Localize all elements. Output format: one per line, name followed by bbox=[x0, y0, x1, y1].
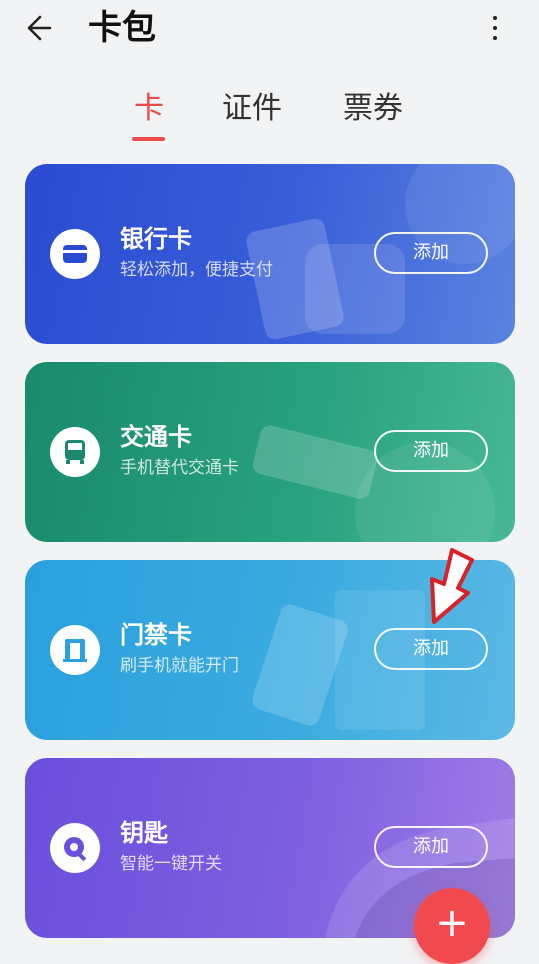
tab-certificates[interactable]: 证件 bbox=[222, 86, 282, 132]
card-subtitle: 轻松添加，便捷支付 bbox=[120, 260, 273, 280]
card-title: 银行卡 bbox=[120, 225, 192, 253]
card-title: 钥匙 bbox=[120, 819, 168, 847]
back-button[interactable] bbox=[22, 8, 66, 48]
bank-card-tile[interactable]: 银行卡 轻松添加，便捷支付 添加 bbox=[25, 164, 515, 344]
tab-tickets[interactable]: 票券 bbox=[343, 86, 403, 132]
bus-icon bbox=[50, 427, 100, 477]
key-icon bbox=[50, 823, 100, 873]
card-title: 门禁卡 bbox=[120, 621, 192, 649]
plus-icon: + bbox=[435, 900, 469, 946]
card-subtitle: 刷手机就能开门 bbox=[120, 656, 239, 676]
more-options-button[interactable] bbox=[480, 6, 510, 50]
transit-card-tile[interactable]: 交通卡 手机替代交通卡 添加 bbox=[25, 362, 515, 542]
arrow-left-icon bbox=[27, 15, 52, 41]
top-bar: 卡包 bbox=[0, 0, 539, 60]
more-dot-icon bbox=[493, 36, 497, 40]
more-dot-icon bbox=[493, 16, 497, 20]
more-dot-icon bbox=[493, 26, 497, 30]
red-annotation-arrow-icon bbox=[430, 548, 474, 624]
card-title: 交通卡 bbox=[120, 423, 192, 451]
tab-cards[interactable]: 卡 bbox=[134, 86, 164, 132]
active-tab-indicator bbox=[132, 137, 165, 141]
add-door-card-button[interactable]: 添加 bbox=[374, 628, 488, 670]
card-subtitle: 手机替代交通卡 bbox=[120, 458, 239, 478]
page-title: 卡包 bbox=[88, 8, 156, 48]
card-subtitle: 智能一键开关 bbox=[120, 854, 222, 874]
add-bank-card-button[interactable]: 添加 bbox=[374, 232, 488, 274]
door-icon bbox=[50, 625, 100, 675]
add-transit-card-button[interactable]: 添加 bbox=[374, 430, 488, 472]
add-floating-button[interactable]: + bbox=[414, 888, 490, 964]
bank-card-icon bbox=[50, 229, 100, 279]
add-key-button[interactable]: 添加 bbox=[374, 826, 488, 868]
tab-bar: 卡 证件 票券 bbox=[0, 86, 539, 146]
